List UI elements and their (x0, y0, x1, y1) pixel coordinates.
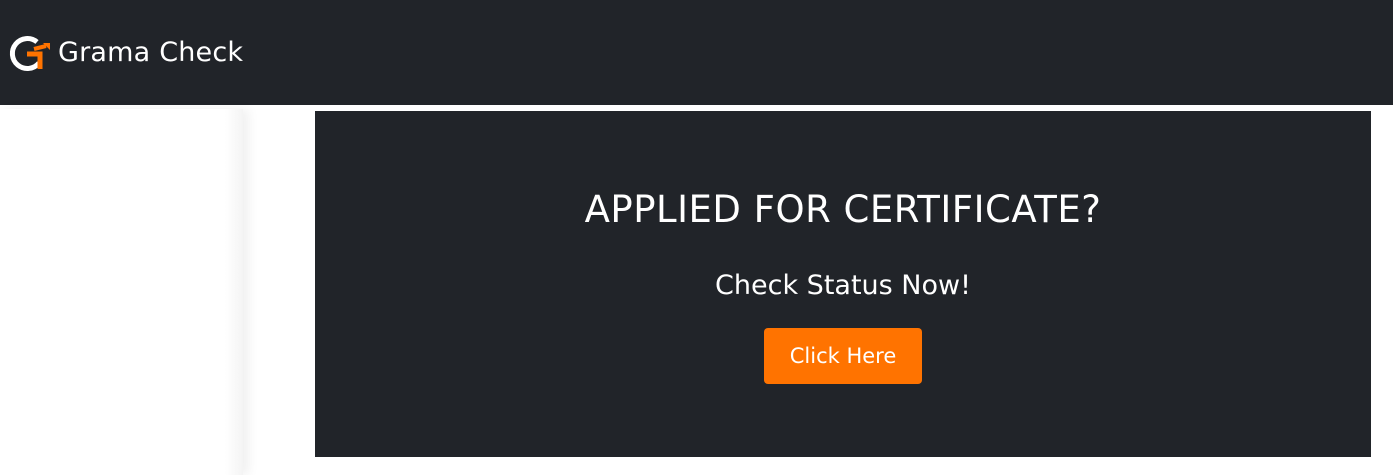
banner-subtitle: Check Status Now! (715, 270, 971, 301)
page: Grama Check APPLIED FOR CERTIFICATE? Che… (0, 0, 1393, 475)
brand-name: Grama Check (58, 37, 244, 68)
top-navbar: Grama Check (0, 0, 1393, 105)
sidebar-shadow (225, 109, 243, 475)
banner-title: APPLIED FOR CERTIFICATE? (584, 188, 1102, 231)
grama-check-logo-icon (9, 36, 50, 71)
sidebar (0, 109, 243, 475)
brand-link[interactable]: Grama Check (6, 33, 243, 73)
click-here-button[interactable]: Click Here (764, 328, 922, 384)
certificate-status-banner: APPLIED FOR CERTIFICATE? Check Status No… (315, 111, 1371, 457)
